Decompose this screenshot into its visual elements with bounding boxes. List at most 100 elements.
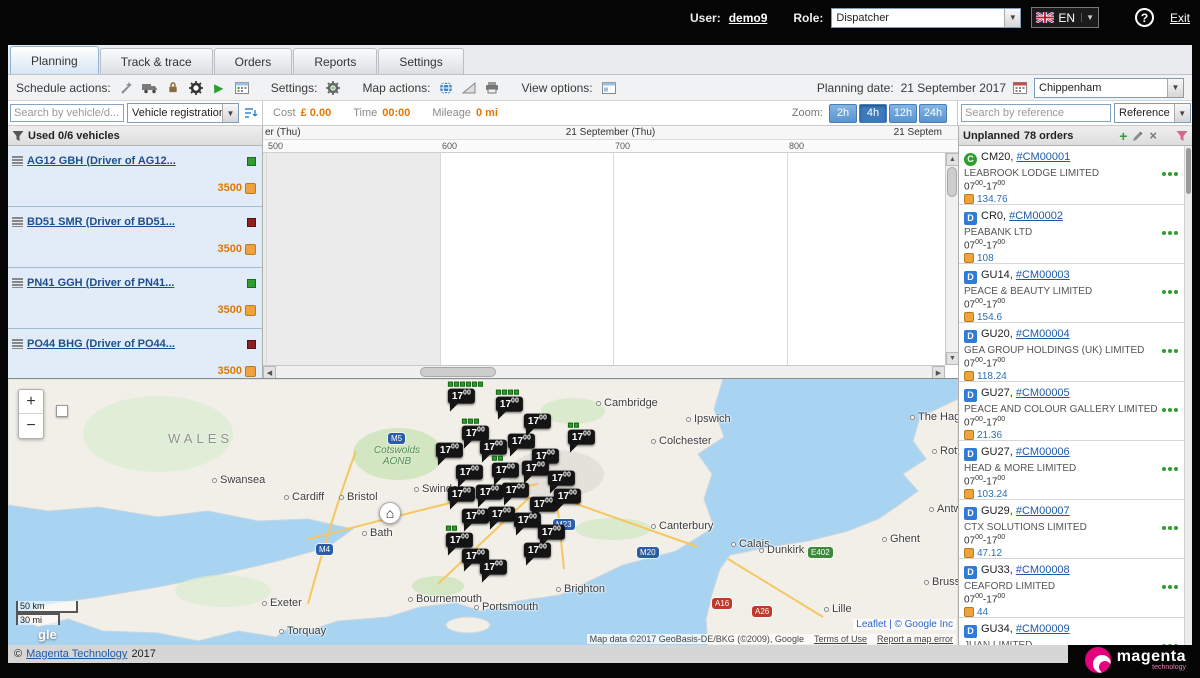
order-reference-link[interactable]: #CM00005 [1016, 387, 1070, 399]
map-marker[interactable]: 1700 [496, 397, 523, 412]
user-name[interactable]: demo9 [729, 11, 768, 25]
map-layers-control[interactable] [56, 405, 68, 417]
map-marker[interactable]: 1700 [488, 507, 515, 522]
sort-icon[interactable] [242, 104, 260, 122]
order-reference-link[interactable]: #CM00002 [1009, 210, 1063, 222]
order-row[interactable]: DGU27, #CM00005 PEACE AND COLOUR GALLERY… [959, 382, 1184, 441]
map-marker[interactable]: 1700 [548, 471, 575, 486]
scroll-down-button[interactable]: ▼ [946, 352, 958, 365]
map-marker[interactable]: 1700 [448, 389, 475, 404]
order-menu-dots[interactable] [1162, 172, 1178, 176]
tab-settings[interactable]: Settings [378, 48, 463, 74]
orders-scroll-thumb[interactable] [1186, 148, 1191, 194]
schedule-gear-icon[interactable] [187, 79, 205, 97]
tab-reports[interactable]: Reports [293, 48, 377, 74]
map-marker[interactable]: 1700 [508, 434, 535, 449]
order-reference-link[interactable]: #CM00001 [1016, 151, 1070, 163]
map-marker[interactable]: 1700 [480, 440, 507, 455]
order-row[interactable]: DCR0, #CM00002 PEABANK LTD 0700-1700 108 [959, 205, 1184, 264]
map-marker[interactable]: 1700 [436, 443, 463, 458]
map-marker[interactable]: 1700 [446, 533, 473, 548]
depot-home-marker[interactable]: ⌂ [379, 502, 401, 524]
order-row[interactable]: DGU33, #CM00008 CEAFORD LIMITED 0700-170… [959, 559, 1184, 618]
order-menu-dots[interactable] [1162, 408, 1178, 412]
order-menu-dots[interactable] [1162, 644, 1178, 645]
order-menu-dots[interactable] [1162, 585, 1178, 589]
drag-handle-icon[interactable] [12, 278, 23, 288]
add-order-icon[interactable]: + [1119, 129, 1127, 143]
order-menu-dots[interactable] [1162, 349, 1178, 353]
filter-funnel-icon[interactable] [12, 130, 24, 142]
zoom-button-4h[interactable]: 4h [859, 104, 887, 123]
tab-orders[interactable]: Orders [214, 48, 293, 74]
map-marker[interactable]: 1700 [524, 414, 551, 429]
map-marker[interactable]: 1700 [538, 525, 565, 540]
vehicle-row[interactable]: AG12 GBH (Driver of AG12... 3500 [8, 146, 262, 207]
vehicle-link[interactable]: PO44 BHG (Driver of PO44... [27, 338, 243, 350]
calendar-icon[interactable] [1011, 79, 1029, 97]
order-menu-dots[interactable] [1162, 290, 1178, 294]
map-marker[interactable]: 1700 [524, 543, 551, 558]
order-reference-link[interactable]: #CM00007 [1016, 505, 1070, 517]
vehicle-search-input[interactable] [10, 104, 124, 122]
order-reference-link[interactable]: #CM00004 [1016, 328, 1070, 340]
vehicle-filter-select[interactable]: Vehicle registration ▼ [127, 103, 239, 123]
vehicle-link[interactable]: PN41 GGH (Driver of PN41... [27, 277, 243, 289]
map-marker[interactable]: 1700 [448, 487, 475, 502]
globe-icon[interactable] [437, 79, 455, 97]
vehicle-row[interactable]: PN41 GGH (Driver of PN41... 3500 [8, 268, 262, 329]
map-marker[interactable]: 1700 [568, 430, 595, 445]
map-marker[interactable]: 1700 [456, 465, 483, 480]
tab-planning[interactable]: Planning [10, 46, 99, 74]
map-marker[interactable]: 1700 [462, 509, 489, 524]
order-reference-link[interactable]: #CM00009 [1016, 623, 1070, 635]
map-attribution-links[interactable]: Leaflet | © Google Inc [853, 619, 956, 630]
print-map-icon[interactable] [483, 79, 501, 97]
map-marker[interactable]: 1700 [492, 463, 519, 478]
order-reference-link[interactable]: #CM00008 [1016, 564, 1070, 576]
zoom-button-12h[interactable]: 12h [889, 104, 917, 123]
lock-icon[interactable] [164, 79, 182, 97]
map-marker[interactable]: 1700 [514, 513, 541, 528]
map-marker[interactable]: 1700 [530, 497, 557, 512]
terms-of-use-link[interactable]: Terms of Use [814, 634, 867, 644]
order-reference-link[interactable]: #CM00006 [1016, 446, 1070, 458]
map-zoom-out-button[interactable]: − [19, 414, 43, 438]
view-layout-icon[interactable] [600, 79, 618, 97]
scroll-up-button[interactable]: ▲ [946, 153, 958, 166]
vehicle-link[interactable]: AG12 GBH (Driver of AG12... [27, 155, 243, 167]
order-menu-dots[interactable] [1162, 526, 1178, 530]
map-marker[interactable]: 1700 [554, 489, 581, 504]
zoom-button-2h[interactable]: 2h [829, 104, 857, 123]
map-marker[interactable]: 1700 [502, 483, 529, 498]
map-zoom-in-button[interactable]: + [19, 390, 43, 414]
reference-filter-select[interactable]: Reference ▼ [1114, 103, 1191, 123]
scroll-right-button[interactable]: ▶ [932, 366, 945, 378]
truck-icon[interactable] [141, 79, 159, 97]
order-row[interactable]: DGU29, #CM00007 CTX SOLUTIONS LIMITED 07… [959, 500, 1184, 559]
timeline-canvas[interactable] [263, 153, 945, 365]
map-marker[interactable]: 1700 [480, 560, 507, 575]
map-marker[interactable]: 1700 [522, 461, 549, 476]
order-menu-dots[interactable] [1162, 231, 1178, 235]
help-button[interactable]: ? [1135, 8, 1154, 27]
reference-search-input[interactable] [961, 104, 1111, 122]
vehicle-link[interactable]: BD51 SMR (Driver of BD51... [27, 216, 243, 228]
route-ruler-icon[interactable] [460, 79, 478, 97]
magenta-technology-link[interactable]: Magenta Technology [26, 648, 127, 660]
horizontal-scroll-thumb[interactable] [420, 367, 496, 377]
settings-gear-icon[interactable] [324, 79, 342, 97]
role-select[interactable]: Dispatcher ▼ [831, 8, 1021, 28]
order-row[interactable]: DGU34, #CM00009 JUAN LIMITED 0700-1700 [959, 618, 1184, 645]
report-icon[interactable] [233, 79, 251, 97]
language-select[interactable]: EN ▼ [1031, 7, 1099, 28]
orders-filter-funnel-icon[interactable] [1176, 130, 1188, 142]
order-row[interactable]: DGU20, #CM00004 GEA GROUP HOLDINGS (UK) … [959, 323, 1184, 382]
scroll-left-button[interactable]: ◀ [263, 366, 276, 378]
order-menu-dots[interactable] [1162, 467, 1178, 471]
order-row[interactable]: CCM20, #CM00001 LEABROOK LODGE LIMITED 0… [959, 146, 1184, 205]
order-reference-link[interactable]: #CM00003 [1016, 269, 1070, 281]
vehicle-row[interactable]: PO44 BHG (Driver of PO44... 3500 [8, 329, 262, 378]
edit-pencil-icon[interactable] [1132, 130, 1144, 142]
order-row[interactable]: DGU14, #CM00003 PEACE & BEAUTY LIMITED 0… [959, 264, 1184, 323]
